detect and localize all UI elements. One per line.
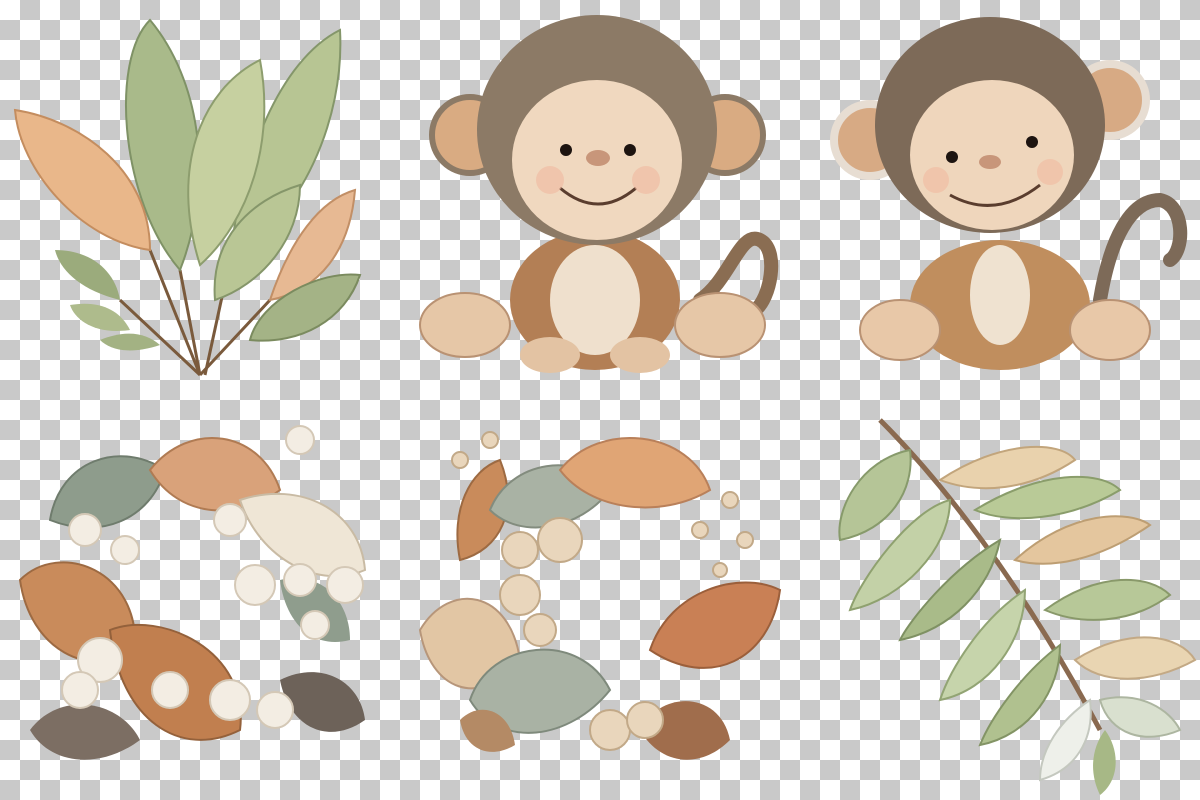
- monkey-shirt: [970, 245, 1030, 345]
- boho-wreath-left-illustration: [0, 400, 400, 800]
- monkey-left-eye: [560, 144, 572, 156]
- monkey-left-eye: [946, 151, 958, 163]
- monkey-left-foot: [419, 292, 511, 358]
- monkey-tail: [1093, 192, 1188, 307]
- monkey-belly: [550, 245, 640, 355]
- monkey-right-eye: [1026, 136, 1038, 148]
- wreath-leaves: [18, 437, 367, 760]
- monkey-face: [910, 80, 1074, 230]
- wreath-leaves: [418, 437, 782, 760]
- fluffy-monkey-illustration: [400, 0, 800, 400]
- monkey-right-foot: [674, 292, 766, 358]
- monkey-right-eye: [624, 144, 636, 156]
- bouquet-leaves: [13, 18, 362, 351]
- monkey-nose: [586, 150, 610, 166]
- branch-leaves: [838, 445, 1197, 795]
- tropical-leaf-bouquet-illustration: [0, 0, 400, 400]
- monkey-left-foot: [859, 299, 941, 361]
- monkey-left-hand: [520, 337, 580, 373]
- monkey-right-foot: [1069, 299, 1151, 361]
- eucalyptus-branch-illustration: [800, 400, 1200, 800]
- monkey-in-jacket-illustration: [800, 0, 1200, 400]
- monkey-right-hand: [610, 337, 670, 373]
- boho-wreath-center-illustration: [400, 400, 800, 800]
- monkey-nose: [979, 155, 1001, 169]
